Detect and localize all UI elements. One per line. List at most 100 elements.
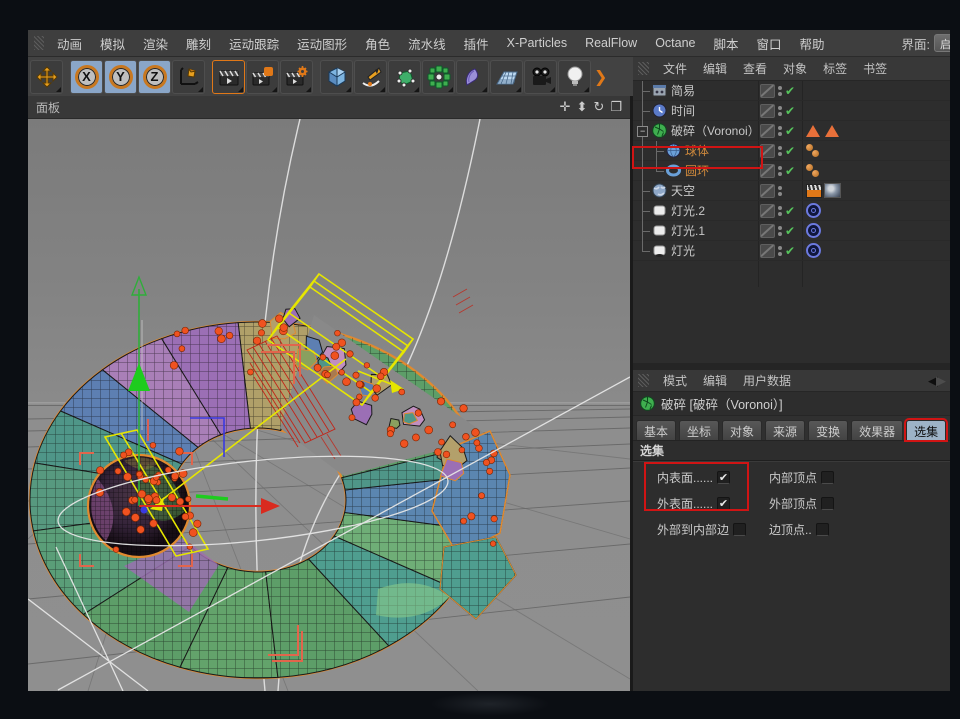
enabled-check[interactable]: ✔ [785,144,797,158]
outer-to-inner-edges-checkbox[interactable] [733,523,746,536]
object-row-plain-effector[interactable]: 简易 ✔ [633,81,950,101]
layer-toggle[interactable] [760,244,775,258]
layer-toggle[interactable] [760,104,775,118]
object-row-light-1[interactable]: 灯光.1 ✔ [633,221,950,241]
outer-points-checkbox[interactable] [821,497,834,510]
render-settings-button[interactable] [280,60,313,94]
visibility-dots[interactable] [778,106,782,116]
menu-motion-tracker[interactable]: 运动跟踪 [220,34,288,53]
menu-sculpt[interactable]: 雕刻 [177,34,220,53]
menu-plugins[interactable]: 插件 [455,34,498,53]
enabled-check[interactable]: ✔ [785,224,797,238]
camera-button[interactable] [524,60,557,94]
y-axis-lock-button[interactable]: Y [104,60,137,94]
inner-points-option[interactable]: 内部顶点 [769,469,889,486]
subdivision-surface-button[interactable] [388,60,421,94]
om-menu-object[interactable]: 对象 [775,60,815,77]
visibility-dots[interactable] [778,86,782,96]
triangle-tag[interactable] [806,125,820,137]
object-row-time-effector[interactable]: 时间 ✔ [633,101,950,121]
move-tool-button[interactable] [30,60,63,94]
texture-tag[interactable] [824,183,841,198]
tab-effectors[interactable]: 效果器 [851,420,903,440]
outer-to-inner-edges-option[interactable]: 外部到内部边 [657,521,769,538]
menu-xparticles[interactable]: X-Particles [498,36,576,50]
panel-grip-icon[interactable] [638,374,649,387]
render-picture-viewer-button[interactable] [246,60,279,94]
compositing-tag[interactable] [806,184,822,198]
viewport-pan-icon[interactable]: ✛ [560,99,571,115]
menu-pipeline[interactable]: 流水线 [399,34,455,53]
visibility-dots[interactable] [778,246,782,256]
om-menu-file[interactable]: 文件 [655,60,695,77]
enabled-check[interactable]: ✔ [785,244,797,258]
spline-pen-button[interactable] [354,60,387,94]
viewport-rotate-icon[interactable]: ↻ [593,99,604,115]
menu-render[interactable]: 渲染 [134,34,177,53]
x-axis-lock-button[interactable]: X [70,60,103,94]
menu-realflow[interactable]: RealFlow [576,36,646,50]
dynamics-tag[interactable] [806,164,820,178]
object-row-voronoi-fracture[interactable]: − 破碎（Voronoi） ✔ [633,121,950,141]
visibility-dots[interactable] [778,126,782,136]
om-menu-bookmark[interactable]: 书签 [855,60,895,77]
deformer-button[interactable] [456,60,489,94]
tab-basic[interactable]: 基本 [636,420,676,440]
light-button[interactable] [558,60,591,94]
object-row-light[interactable]: 灯光 ✔ [633,241,950,261]
primitive-cube-button[interactable] [320,60,353,94]
visibility-dots[interactable] [778,206,782,216]
panel-splitter-horizontal[interactable] [633,363,950,370]
enabled-check[interactable]: ✔ [785,124,797,138]
triangle-tag[interactable] [825,125,839,137]
tab-object[interactable]: 对象 [722,420,762,440]
target-tag[interactable] [806,243,821,258]
inner-faces-checkbox[interactable] [717,471,730,484]
tab-coordinates[interactable]: 坐标 [679,420,719,440]
visibility-dots[interactable] [778,166,782,176]
viewport-zoom-icon[interactable]: ⬍ [577,99,588,115]
layer-toggle[interactable] [760,184,775,198]
menu-character[interactable]: 角色 [356,34,399,53]
inner-points-checkbox[interactable] [821,471,834,484]
object-row-sky[interactable]: 天空 ✔ [633,181,950,201]
tab-sources[interactable]: 来源 [765,420,805,440]
enabled-check[interactable]: ✔ [785,104,797,118]
panel-grip-icon[interactable] [638,62,649,75]
object-row-torus[interactable]: 圆环 ✔ [633,161,950,181]
edge-points-checkbox[interactable] [816,523,829,536]
am-menu-userdata[interactable]: 用户数据 [735,372,799,389]
layer-toggle[interactable] [760,164,775,178]
layer-toggle[interactable] [760,84,775,98]
menubar-grip[interactable] [34,36,44,50]
target-tag[interactable] [806,203,821,218]
target-tag[interactable] [806,223,821,238]
tab-selections[interactable]: 选集 [906,420,946,440]
visibility-dots[interactable] [778,146,782,156]
expander-icon[interactable]: − [637,126,648,137]
am-menu-edit[interactable]: 编辑 [695,372,735,389]
om-menu-view[interactable]: 查看 [735,60,775,77]
layer-toggle[interactable] [760,124,775,138]
am-menu-mode[interactable]: 模式 [655,372,695,389]
menu-octane[interactable]: Octane [646,36,704,50]
outer-faces-checkbox[interactable] [717,497,730,510]
z-axis-lock-button[interactable]: Z [138,60,171,94]
layer-toggle[interactable] [760,224,775,238]
coordinate-system-button[interactable] [172,60,205,94]
edge-points-option[interactable]: 边顶点.. [769,521,889,538]
menu-animation[interactable]: 动画 [48,34,91,53]
viewport-maximize-icon[interactable]: ❒ [610,99,622,115]
inner-faces-option[interactable]: 内表面...... [657,469,769,486]
render-view-button[interactable] [212,60,245,94]
dynamics-tag[interactable] [806,144,820,158]
outer-points-option[interactable]: 外部顶点 [769,495,889,512]
enabled-check[interactable]: ✔ [785,204,797,218]
outer-faces-option[interactable]: 外表面...... [657,495,769,512]
menu-help[interactable]: 帮助 [791,34,834,53]
menu-simulate[interactable]: 模拟 [91,34,134,53]
visibility-dots[interactable] [778,226,782,236]
object-row-sphere[interactable]: 球体 ✔ [633,141,950,161]
history-back-icon[interactable]: ◀ [928,373,936,388]
object-row-light-2[interactable]: 灯光.2 ✔ [633,201,950,221]
